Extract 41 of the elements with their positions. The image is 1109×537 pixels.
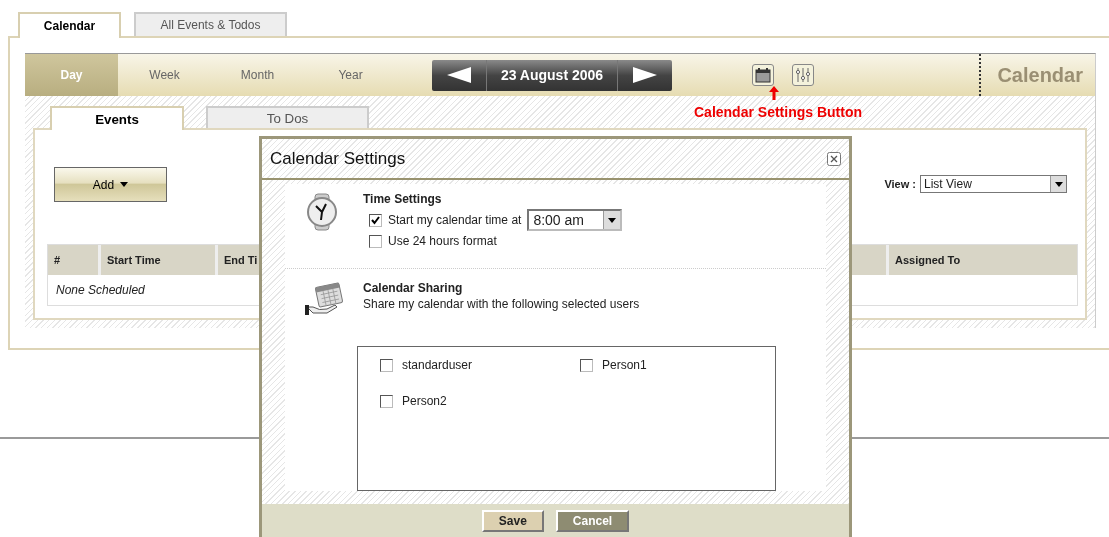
checkbox[interactable] [580, 358, 593, 372]
arrow-icon [769, 86, 779, 100]
view-tab[interactable]: Month [211, 54, 304, 96]
caret-icon [1054, 181, 1063, 187]
calendar-hand-icon [305, 281, 345, 318]
checkbox[interactable] [369, 213, 382, 227]
section-heading: Calendar Sharing [363, 281, 464, 296]
save-button[interactable]: Save [481, 509, 544, 532]
annotation-label: Calendar Settings Button [694, 104, 862, 120]
close-icon[interactable] [827, 151, 841, 166]
dialog-title: Calendar Settings [270, 148, 406, 169]
left-triangle-icon [447, 67, 471, 83]
date-label: 23 August 2006 [499, 66, 605, 85]
checkbox[interactable] [380, 358, 393, 372]
section-description: Share my calendar with the following selected users [363, 297, 640, 312]
user-name: Person2 [402, 394, 447, 409]
settings-icon[interactable] [792, 64, 814, 86]
tab[interactable]: To Dos [206, 106, 369, 128]
calendar-icon[interactable] [752, 64, 774, 86]
caret-icon [120, 182, 129, 187]
view-tab[interactable]: Week [118, 54, 211, 96]
time-select[interactable]: 8:00 am [527, 209, 623, 232]
empty-message: None Scheduled [56, 283, 145, 297]
tab[interactable]: Events [50, 106, 184, 130]
view-label: View : [884, 178, 916, 190]
user-name: standarduser [402, 358, 473, 373]
caret-icon [608, 217, 617, 223]
view-select[interactable]: List View [920, 175, 1067, 193]
view-tab[interactable]: Year [304, 54, 397, 96]
tab[interactable]: All Events & Todos [134, 12, 287, 36]
checkbox[interactable] [380, 394, 393, 408]
column-header: Start Time [101, 245, 218, 275]
user-name: Person1 [602, 358, 647, 373]
column-header: # [48, 245, 101, 275]
right-triangle-icon [633, 67, 657, 83]
checkbox[interactable] [369, 234, 382, 248]
add-button[interactable]: Add [54, 167, 167, 202]
option-label: Start my calendar time at [388, 213, 522, 228]
section-heading: Time Settings [363, 192, 443, 207]
tab[interactable]: Calendar [18, 12, 121, 38]
column-header: Assigned To [889, 245, 1077, 275]
